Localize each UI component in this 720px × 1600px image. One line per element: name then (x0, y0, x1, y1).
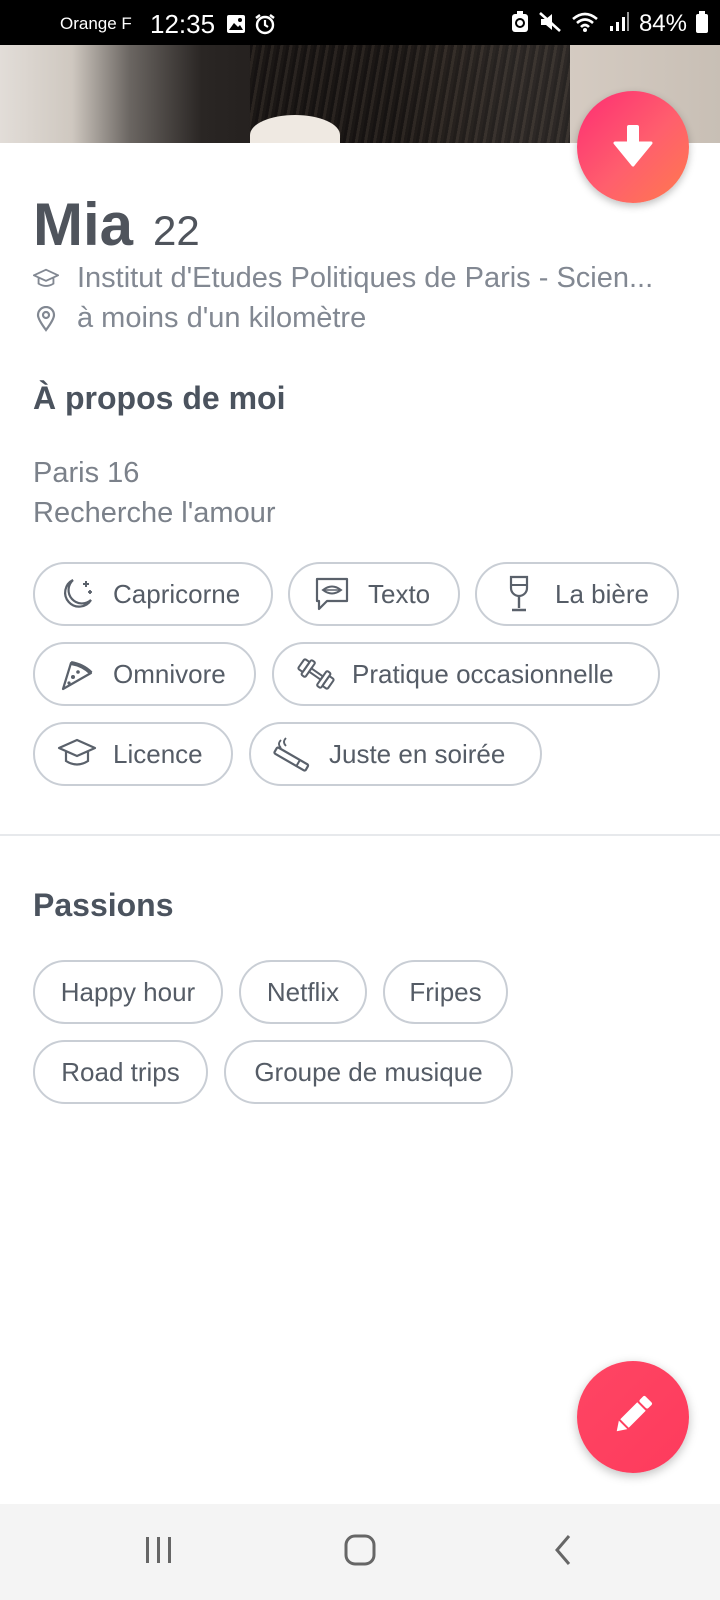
clock: 12:35 (150, 9, 216, 39)
chip-label: Texto (368, 578, 431, 609)
chip-label: Juste en soirée (329, 738, 506, 769)
bio-line: Paris 16 (33, 457, 140, 489)
chip-communication[interactable]: Texto (288, 562, 460, 626)
cigarette-icon (273, 734, 313, 774)
alarm-icon (254, 13, 276, 40)
bio-line: Recherche l'amour (33, 497, 276, 529)
moon-stars-icon (57, 574, 97, 614)
signal-icon (608, 11, 630, 38)
gallery-icon (226, 14, 246, 39)
chat-lips-icon (312, 574, 352, 614)
chip-label: Licence (113, 738, 203, 769)
recent-apps-icon (143, 1535, 175, 1570)
school-text: Institut d'Etudes Politiques de Paris - … (77, 262, 654, 294)
chip-label: Groupe de musique (254, 1056, 483, 1087)
pencil-icon (609, 1391, 657, 1444)
chip-label: Road trips (61, 1056, 180, 1087)
distance-text: à moins d'un kilomètre (77, 302, 367, 334)
dumbbell-icon (296, 654, 336, 694)
passion-chip[interactable]: Netflix (239, 960, 367, 1024)
passion-chip[interactable]: Groupe de musique (224, 1040, 513, 1104)
chip-label: Capricorne (113, 578, 241, 609)
system-navigation-bar (0, 1504, 720, 1600)
passion-chip[interactable]: Happy hour (33, 960, 223, 1024)
carrier-label: Orange F (60, 14, 132, 33)
profile-age: 22 (153, 207, 200, 254)
back-icon (551, 1533, 575, 1572)
chip-label: Fripes (409, 976, 482, 1007)
profile-name: Mia (33, 191, 134, 258)
chip-label: Happy hour (60, 976, 196, 1007)
bio: Paris 16 Recherche l'amour (33, 453, 275, 533)
distance-row: à moins d'un kilomètre (33, 302, 366, 335)
chip-education[interactable]: Licence (33, 722, 233, 786)
graduation-cap-icon (33, 266, 59, 292)
pizza-slice-icon (57, 654, 97, 694)
wine-glass-icon (499, 574, 539, 614)
wifi-icon (571, 11, 599, 38)
chip-drinking[interactable]: La bière (475, 562, 679, 626)
chip-smoking[interactable]: Juste en soirée (249, 722, 542, 786)
chip-label: Pratique occasionnelle (352, 658, 614, 689)
battery-percent: 84% (638, 10, 687, 37)
chip-label: Omnivore (113, 658, 226, 689)
chip-workout[interactable]: Pratique occasionnelle (272, 642, 660, 706)
battery-saver-icon (511, 10, 529, 38)
arrow-down-icon (613, 123, 653, 172)
edit-profile-button[interactable] (577, 1361, 689, 1473)
recent-apps-button[interactable] (139, 1532, 179, 1572)
chip-label: Netflix (266, 976, 340, 1007)
battery-icon (696, 10, 708, 38)
chip-zodiac[interactable]: Capricorne (33, 562, 273, 626)
graduation-cap-icon (57, 734, 97, 774)
home-icon (343, 1533, 377, 1572)
home-button[interactable] (340, 1532, 380, 1572)
section-divider (0, 834, 720, 836)
location-pin-icon (33, 305, 59, 332)
collapse-profile-button[interactable] (577, 91, 689, 203)
name-row: Mia 22 (33, 190, 200, 259)
chip-diet[interactable]: Omnivore (33, 642, 256, 706)
passion-chip[interactable]: Fripes (383, 960, 508, 1024)
mute-icon (538, 11, 562, 38)
about-title: À propos de moi (33, 380, 286, 416)
chip-label: La bière (555, 578, 649, 609)
passions-title: Passions (33, 887, 174, 923)
passion-chip[interactable]: Road trips (33, 1040, 208, 1104)
status-bar: Orange F 12:35 84% (0, 0, 720, 45)
back-button[interactable] (543, 1532, 583, 1572)
school-row: Institut d'Etudes Politiques de Paris - … (33, 262, 683, 295)
